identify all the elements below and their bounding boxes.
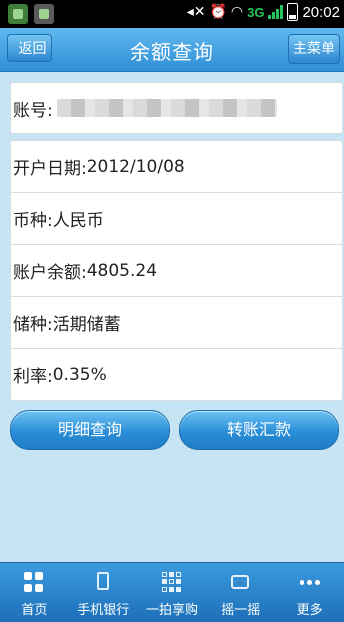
nav-mobile-banking-label: 手机银行 bbox=[77, 603, 130, 618]
nav-mobile-banking[interactable]: 手机银行 bbox=[69, 563, 138, 622]
shake-icon bbox=[230, 572, 251, 592]
main-menu-button[interactable]: 主菜单 bbox=[288, 34, 340, 64]
status-bar: ◂✕ ⏰ ◠ 3G 20:02 bbox=[0, 0, 344, 28]
more-icon bbox=[299, 572, 320, 592]
interest-rate-row: 利率: 0.35% bbox=[11, 349, 342, 400]
app-notification-icon-2 bbox=[34, 4, 54, 24]
detail-query-button[interactable]: 明细查询 bbox=[10, 410, 170, 450]
deposit-type-value: 活期储蓄 bbox=[52, 315, 121, 335]
balance-label: 账户余额: bbox=[13, 263, 87, 283]
balance-row: 账户余额: 4805.24 bbox=[11, 245, 342, 297]
currency-row: 币种: 人民币 bbox=[11, 193, 342, 245]
phone-icon bbox=[93, 572, 113, 592]
signal-icon bbox=[268, 5, 284, 19]
nav-scan-buy-label: 一拍享购 bbox=[145, 603, 198, 618]
home-grid-icon bbox=[24, 572, 44, 592]
alarm-icon: ⏰ bbox=[209, 4, 227, 20]
mute-icon: ◂✕ bbox=[186, 4, 206, 20]
nav-shake-label: 摇一摇 bbox=[221, 603, 261, 618]
transfer-button[interactable]: 转账汇款 bbox=[179, 410, 339, 450]
account-number-row: 账号: bbox=[11, 83, 342, 133]
nav-scan-buy[interactable]: 一拍享购 bbox=[138, 563, 207, 622]
bottom-nav: 首页 手机银行 一拍享购 摇一摇 更多 bbox=[0, 562, 344, 622]
clock: 20:02 bbox=[302, 3, 340, 21]
app-notification-icon bbox=[8, 4, 28, 24]
action-buttons: 明细查询 转账汇款 bbox=[10, 410, 341, 450]
open-date-label: 开户日期: bbox=[13, 159, 87, 179]
open-date-row: 开户日期: 2012/10/08 bbox=[11, 141, 342, 193]
account-number-label: 账号: bbox=[13, 100, 53, 121]
open-date-value: 2012/10/08 bbox=[86, 156, 185, 177]
interest-rate-label: 利率: bbox=[13, 367, 53, 387]
account-details-card: 开户日期: 2012/10/08 币种: 人民币 账户余额: 4805.24 储… bbox=[10, 140, 343, 401]
battery-icon bbox=[287, 3, 299, 21]
nav-more[interactable]: 更多 bbox=[275, 563, 344, 622]
title-bar: 返回 余额查询 主菜单 bbox=[0, 28, 344, 72]
qr-code-icon bbox=[161, 572, 182, 592]
balance-value: 4805.24 bbox=[86, 260, 158, 281]
currency-value: 人民币 bbox=[52, 211, 104, 231]
account-card: 账号: bbox=[10, 82, 343, 134]
wifi-icon: ◠ bbox=[230, 4, 244, 20]
nav-home-label: 首页 bbox=[21, 603, 48, 618]
currency-label: 币种: bbox=[13, 211, 53, 231]
interest-rate-value: 0.35% bbox=[52, 364, 107, 385]
status-indicators: ◂✕ ⏰ ◠ 3G 20:02 bbox=[187, 3, 340, 21]
deposit-type-label: 储种: bbox=[13, 315, 53, 335]
deposit-type-row: 储种: 活期储蓄 bbox=[11, 297, 342, 349]
nav-home[interactable]: 首页 bbox=[0, 563, 69, 622]
network-type: 3G bbox=[247, 4, 265, 20]
nav-more-label: 更多 bbox=[296, 603, 323, 618]
notification-icons bbox=[8, 4, 54, 24]
nav-shake[interactable]: 摇一摇 bbox=[206, 563, 275, 622]
account-number-redacted bbox=[56, 99, 277, 117]
